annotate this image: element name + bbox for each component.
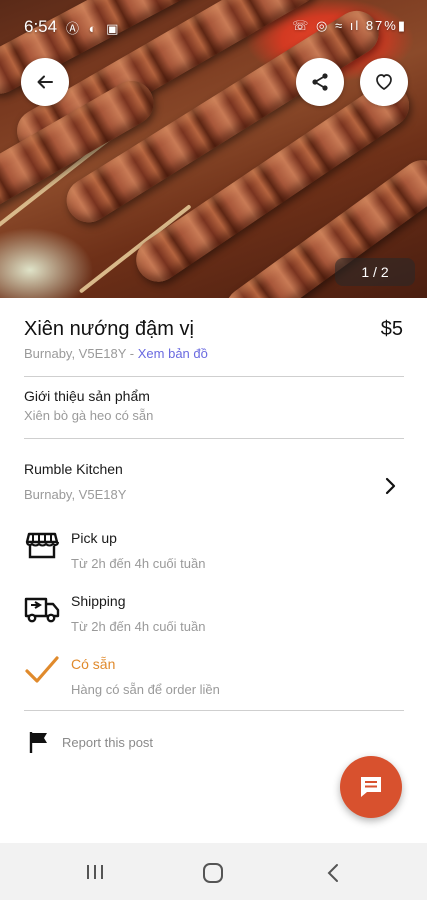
product-price: $5 [380,318,403,340]
back-button[interactable] [21,58,69,106]
pickup-subtitle: Từ 2h đến 4h cuối tuần [71,556,206,571]
pickup-title: Pick up [71,530,117,546]
shop-name: Rumble Kitchen [24,461,123,477]
system-nav-bar [0,843,427,900]
description-heading: Giới thiệu sản phẩm [24,388,150,404]
home-icon[interactable] [202,862,224,884]
delivery-truck-icon [24,597,60,623]
location-text: Burnaby, V5E18Y [24,346,127,361]
status-time: 6:54 [24,17,58,36]
chat-button[interactable] [340,756,402,818]
flag-icon [29,732,47,753]
heart-icon [376,74,392,90]
divider [24,376,404,377]
shop-location: Burnaby, V5E18Y [24,487,127,502]
report-post-button[interactable]: Report this post [28,730,153,754]
recent-apps-icon[interactable] [84,863,106,881]
status-bar: 6:54 Ⓐ ◐ ▣ ☏ ◎ ≈ ıl 87%▮ [0,0,427,52]
share-icon [312,73,328,91]
arrow-left-icon [37,75,53,89]
checkmark-icon [25,656,59,683]
shipping-subtitle: Từ 2h đến 4h cuối tuần [71,619,206,634]
chevron-right-icon [385,477,396,495]
back-nav-icon[interactable] [324,862,344,884]
product-title: Xiên nướng đậm vị [24,318,194,340]
available-title: Có sẵn [71,656,116,672]
favorite-button[interactable] [360,58,408,106]
view-map-link[interactable]: Xem bản đồ [138,346,208,361]
report-label: Report this post [62,734,154,750]
store-icon [25,532,59,559]
location-separator: - [129,346,135,361]
description-text: Xiên bò gà heo có sẵn [24,408,154,423]
image-pager: 1 / 2 [335,258,415,286]
message-icon [361,777,381,797]
available-subtitle: Hàng có sẵn để order liền [71,682,220,697]
share-button[interactable] [296,58,344,106]
divider [24,710,404,711]
system-status-icons: ☏ ◎ ≈ ıl 87%▮ [292,18,407,33]
divider [24,438,404,439]
shipping-title: Shipping [71,593,126,609]
product-location: Burnaby, V5E18Y - Xem bản đồ [24,346,208,361]
notification-icons: Ⓐ ◐ ▣ [66,21,122,36]
